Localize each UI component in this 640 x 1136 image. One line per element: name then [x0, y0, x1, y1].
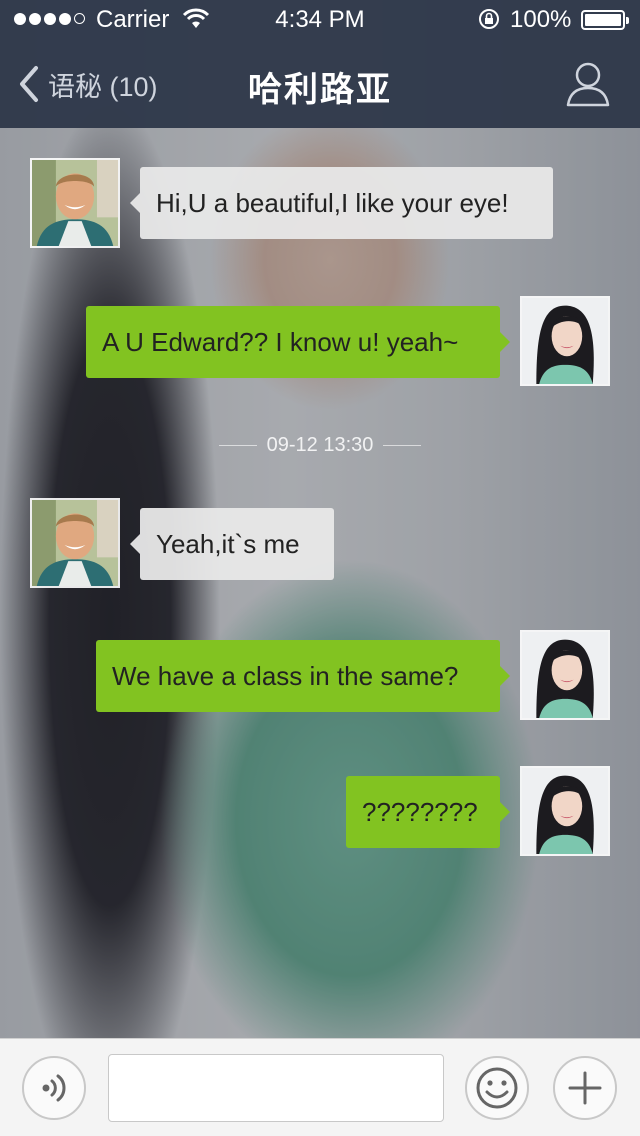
message-text-input[interactable] — [108, 1054, 444, 1122]
outgoing-message-bubble[interactable]: ???????? — [346, 776, 510, 848]
my-avatar[interactable] — [520, 296, 610, 386]
more-button[interactable] — [553, 1056, 617, 1120]
incoming-message-bubble[interactable]: Yeah,it`s me — [130, 508, 334, 580]
my-avatar[interactable] — [520, 630, 610, 720]
contact-avatar[interactable] — [30, 158, 120, 248]
plus-icon — [568, 1071, 602, 1105]
rotation-lock-icon — [479, 9, 499, 29]
outgoing-message-bubble[interactable]: A U Edward?? I know u! yeah~ — [86, 306, 510, 378]
outgoing-message-bubble[interactable]: We have a class in the same? — [96, 640, 510, 712]
battery-percentage: 100% — [510, 6, 572, 33]
voice-button[interactable] — [22, 1056, 86, 1120]
conversation-title: 哈利路亚 — [248, 71, 392, 109]
emoji-icon — [476, 1067, 518, 1109]
contact-avatar[interactable] — [30, 498, 120, 588]
status-bar: Carrier 4:34 PM 100% — [0, 0, 640, 40]
voice-icon — [42, 1074, 66, 1102]
message-input-bar — [0, 1038, 640, 1136]
my-avatar[interactable] — [520, 766, 610, 856]
emoji-button[interactable] — [465, 1056, 529, 1120]
message-timestamp: 09-12 13:30 — [0, 434, 640, 457]
incoming-message-bubble[interactable]: Hi,U a beautiful,I like your eye! — [130, 167, 553, 239]
battery-icon — [581, 10, 629, 30]
navigation-bar: 语秘 (10) 哈利路亚 — [0, 40, 640, 128]
profile-icon[interactable] — [565, 60, 611, 108]
